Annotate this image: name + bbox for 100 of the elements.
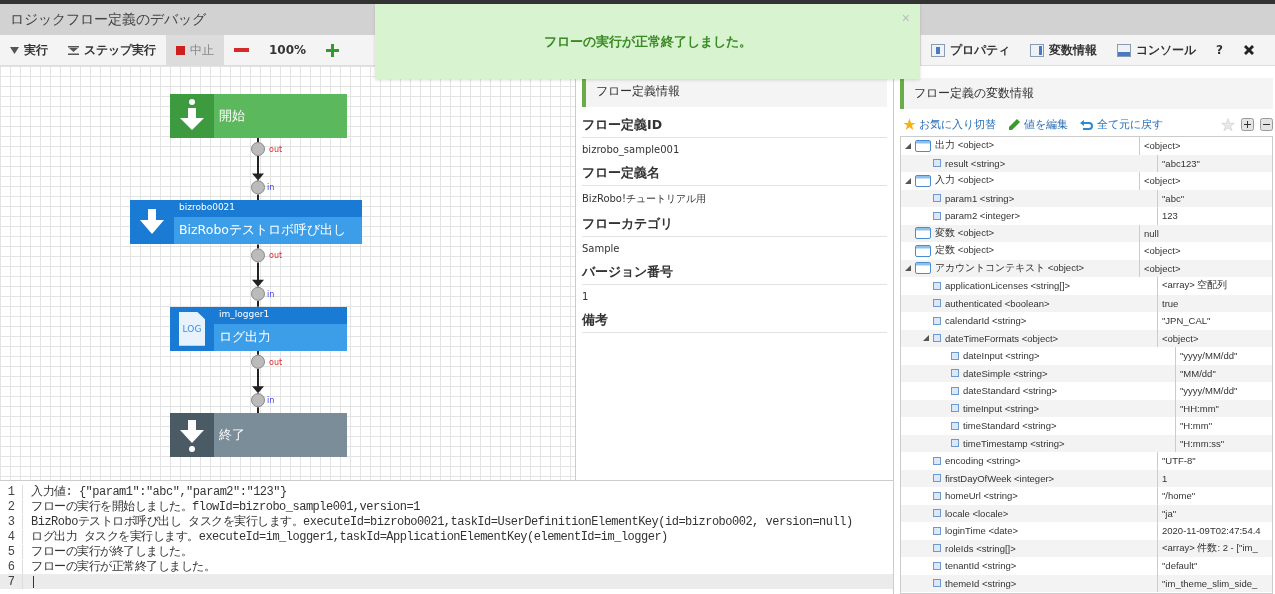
variable-name: param1 <string>	[945, 192, 1015, 204]
port-icon[interactable]	[251, 248, 265, 263]
variable-value: <object>	[1143, 244, 1181, 259]
property-value: bizrobo_sample001	[582, 143, 681, 158]
variable-name: 出力 <object>	[935, 139, 995, 153]
expand-all-icon[interactable]	[1241, 118, 1254, 131]
expanded-triangle-icon[interactable]	[923, 335, 929, 342]
variable-value: "HH:mm"	[1179, 401, 1219, 416]
property-label: 備考	[582, 308, 887, 333]
step-icon	[68, 45, 79, 55]
variable-name: timeTimestamp <string>	[963, 437, 1065, 449]
pencil-icon	[1008, 118, 1021, 131]
line-number: 3	[0, 514, 23, 529]
node-id: im_logger1	[214, 306, 347, 324]
window-title: ロジックフロー定義のデバッグ	[10, 10, 206, 29]
variable-name: applicationLicenses <string[]>	[945, 280, 1071, 292]
variable-name: authenticated <boolean>	[945, 297, 1050, 309]
console-button[interactable]: コンソール	[1107, 35, 1207, 65]
port-label: in	[267, 183, 275, 193]
variables-button[interactable]: 変数情報	[1020, 35, 1108, 65]
minus-icon	[234, 47, 249, 53]
port-icon[interactable]	[251, 180, 265, 195]
expanded-triangle-icon[interactable]	[905, 265, 911, 272]
variable-value: "yyyy/MM/dd"	[1179, 349, 1238, 364]
port-icon[interactable]	[251, 286, 265, 301]
revert-all-button[interactable]: 全て元に戻す	[1077, 117, 1166, 132]
line-number: 5	[0, 544, 23, 559]
node-name: 開始	[218, 106, 246, 125]
expanded-triangle-icon[interactable]	[905, 142, 911, 149]
expanded-triangle-icon[interactable]	[905, 177, 911, 184]
variable-name: dateInput <string>	[963, 350, 1040, 362]
console-line: フローの実行が正常終了しました。	[30, 559, 215, 575]
undo-icon	[1080, 118, 1094, 131]
property-value: Sample	[582, 242, 621, 256]
plus-icon	[326, 43, 340, 57]
variable-value: "ja"	[1161, 506, 1177, 521]
variable-value: <array> 空配列	[1161, 278, 1228, 293]
favorite-toggle-button[interactable]: お気に入り切替	[900, 117, 999, 132]
connector-arrow	[252, 155, 264, 183]
line-number: 7	[0, 574, 23, 589]
console-line: 入力値: {"param1":"abc","param2":"123"}	[30, 484, 287, 500]
variable-value: "H:mm"	[1179, 419, 1213, 434]
console-line: BizRoboテストロボ呼び出し タスクを実行します。executeId=bizrobo0021,taskId=UserDefinitionElementKey(id=bizrobo002, version=null)	[30, 514, 853, 530]
variable-name: timeStandard <string>	[963, 420, 1057, 432]
console-line: ログ出力 タスクを実行します。executeId=im_logger1,taskId=ApplicationElementKey(elementId=im_logger)	[30, 529, 668, 545]
variable-name: 定数 <object>	[935, 244, 995, 258]
connector-arrow	[252, 367, 264, 396]
port-icon[interactable]	[251, 393, 265, 408]
properties-button[interactable]: プロパティ	[921, 35, 1021, 65]
variable-value: true	[1161, 296, 1179, 311]
panel-icon	[1117, 43, 1132, 57]
port-label: out	[269, 357, 283, 367]
line-number: 1	[0, 484, 23, 499]
variable-value: "H:mm:ss"	[1179, 436, 1225, 451]
document-icon: LOG	[179, 311, 205, 346]
star-icon[interactable]	[1221, 117, 1235, 132]
port-label: in	[267, 396, 275, 406]
variable-value: 1	[1161, 471, 1168, 486]
variable-name: dateTimeFormats <object>	[945, 332, 1059, 344]
variable-name: 変数 <object>	[935, 226, 995, 240]
variable-name: 入力 <object>	[935, 174, 995, 188]
variable-name: result <string>	[945, 157, 1006, 169]
variable-name: dateStandard <string>	[963, 385, 1057, 397]
variable-value: "abc"	[1161, 191, 1185, 206]
panel-icon	[1030, 43, 1045, 57]
variable-value: 2020-11-09T02:47:54.4	[1161, 524, 1261, 539]
zoom-level[interactable]: 100%	[259, 35, 317, 65]
connector-arrow	[252, 261, 264, 289]
variable-name: param2 <integer>	[945, 210, 1020, 222]
variable-value: "MM/dd"	[1179, 366, 1216, 381]
arrow-down-icon	[178, 99, 206, 133]
property-label: フロー定義ID	[582, 113, 887, 138]
port-icon[interactable]	[251, 142, 265, 156]
node-name: ログ出力	[218, 327, 272, 346]
property-label: バージョン番号	[582, 260, 887, 285]
variable-name: tenantId <string>	[945, 560, 1017, 572]
variable-value: "im_theme_slim_side_	[1161, 576, 1258, 591]
console-line: フローの実行が終了しました。	[30, 544, 192, 560]
step-run-button[interactable]: ステップ実行	[58, 35, 166, 65]
collapse-all-icon[interactable]	[1260, 118, 1273, 131]
stop-icon	[176, 45, 185, 55]
help-button[interactable]: ?	[1206, 35, 1233, 65]
port-label: out	[269, 251, 283, 261]
node-name: BizRoboテストロボ呼び出し	[178, 221, 347, 240]
variable-value: 123	[1161, 209, 1178, 224]
variable-value: null	[1143, 226, 1159, 241]
node-id: bizrobo0021	[174, 200, 362, 218]
edit-value-button[interactable]: 値を編集	[1005, 117, 1071, 132]
close-icon	[1243, 44, 1255, 56]
variable-name: roleIds <string[]>	[945, 542, 1016, 554]
port-icon[interactable]	[251, 354, 265, 369]
run-button[interactable]: 実行	[0, 35, 58, 65]
variable-value: <object>	[1143, 261, 1181, 276]
variable-name: loginTime <date>	[945, 525, 1019, 537]
variable-value: "JPN_CAL"	[1161, 314, 1211, 329]
property-value: 1	[582, 290, 590, 304]
variable-value: "abc123"	[1161, 156, 1200, 171]
text-cursor	[33, 575, 34, 588]
variable-value: <array> 件数: 2 - ["im_	[1161, 540, 1258, 555]
port-label: in	[267, 289, 275, 299]
